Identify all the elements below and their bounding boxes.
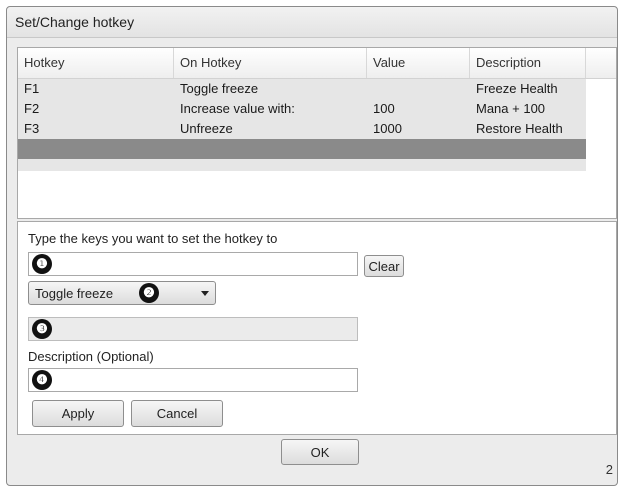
value-input[interactable]: ❸	[28, 317, 358, 341]
column-header-hotkey[interactable]: Hotkey	[18, 48, 174, 78]
callout-marker-3: ❸	[32, 319, 52, 339]
hotkey-edit-panel: Type the keys you want to set the hotkey…	[17, 221, 617, 435]
callout-marker-4: ❹	[32, 370, 52, 390]
ok-button[interactable]: OK	[281, 439, 359, 465]
cell-description: Freeze Health	[476, 81, 558, 96]
callout-marker-2: ❷	[139, 283, 159, 303]
column-header-on-hotkey[interactable]: On Hotkey	[174, 48, 367, 78]
apply-button[interactable]: Apply	[32, 400, 124, 427]
cell-description: Restore Health	[476, 121, 563, 136]
cell-value: 100	[373, 101, 395, 116]
cell-description: Mana + 100	[476, 101, 546, 116]
cell-on-hotkey: Unfreeze	[180, 121, 233, 136]
hotkey-dialog: Set/Change hotkey Hotkey On Hotkey Value…	[6, 6, 618, 486]
cell-on-hotkey: Toggle freeze	[180, 81, 259, 96]
hotkey-grid[interactable]: Hotkey On Hotkey Value Description F1 To…	[17, 47, 617, 219]
column-header-value[interactable]: Value	[367, 48, 470, 78]
action-dropdown[interactable]: Toggle freeze ❷	[28, 281, 216, 305]
clear-button[interactable]: Clear	[364, 255, 404, 277]
description-input[interactable]: ❹	[28, 368, 358, 392]
grid-header: Hotkey On Hotkey Value Description	[18, 48, 616, 79]
cell-hotkey: F3	[24, 121, 40, 136]
cell-hotkey: F1	[24, 81, 40, 96]
table-row[interactable]: F1 Toggle freeze Freeze Health	[18, 79, 586, 99]
description-label: Description (Optional)	[28, 349, 154, 364]
title-bar: Set/Change hotkey	[7, 7, 617, 38]
cell-value: 1000	[373, 121, 402, 136]
column-header-description[interactable]: Description	[470, 48, 586, 78]
chevron-down-icon	[201, 291, 209, 296]
table-row[interactable]: F2 Increase value with: 100 Mana + 100	[18, 99, 586, 119]
keys-prompt-label: Type the keys you want to set the hotkey…	[28, 231, 278, 246]
action-dropdown-value: Toggle freeze	[35, 286, 114, 301]
window-title: Set/Change hotkey	[15, 14, 135, 30]
table-row[interactable]: F3 Unfreeze 1000 Restore Health	[18, 119, 586, 139]
grid-body: F1 Toggle freeze Freeze Health F2 Increa…	[18, 79, 586, 171]
cell-on-hotkey: Increase value with:	[180, 101, 295, 116]
cell-hotkey: F2	[24, 101, 40, 116]
cancel-button[interactable]: Cancel	[131, 400, 223, 427]
cell-value	[367, 79, 470, 99]
callout-marker-1: ❶	[32, 254, 52, 274]
new-row-selected[interactable]	[18, 139, 586, 159]
page-number: 2	[605, 462, 613, 477]
hotkey-keys-input[interactable]: ❶	[28, 252, 358, 276]
